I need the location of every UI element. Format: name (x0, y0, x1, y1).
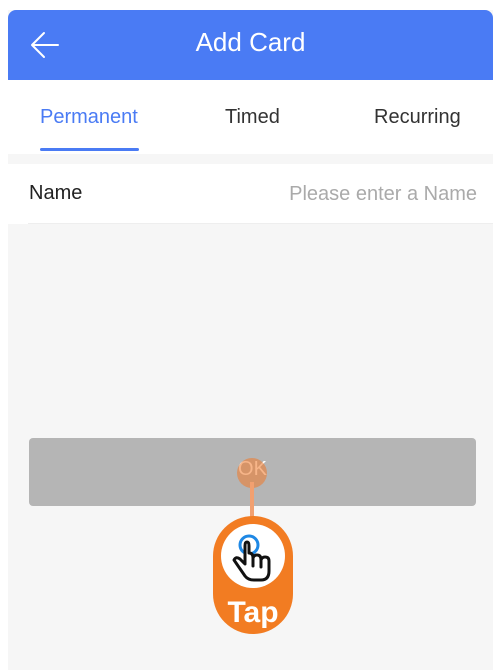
app-screen: Add Card Permanent Timed Recurring Name … (8, 10, 493, 670)
tab-recurring[interactable]: Recurring (374, 106, 461, 129)
name-row: Name (8, 164, 493, 224)
tab-bar: Permanent Timed Recurring (8, 80, 493, 154)
tap-hint-badge: Tap (213, 516, 293, 634)
tab-permanent[interactable]: Permanent (40, 106, 138, 129)
tap-icon-circle (221, 524, 285, 588)
app-header: Add Card (8, 10, 493, 80)
tap-label: Tap (227, 596, 279, 629)
name-label: Name (29, 182, 83, 204)
pointing-hand-icon (232, 534, 271, 582)
page-title: Add Card (195, 27, 306, 57)
name-input[interactable] (237, 176, 477, 212)
tab-timed[interactable]: Timed (225, 106, 280, 129)
active-tab-indicator (40, 148, 139, 151)
row-divider (28, 223, 493, 224)
tap-connector-line (250, 482, 254, 520)
